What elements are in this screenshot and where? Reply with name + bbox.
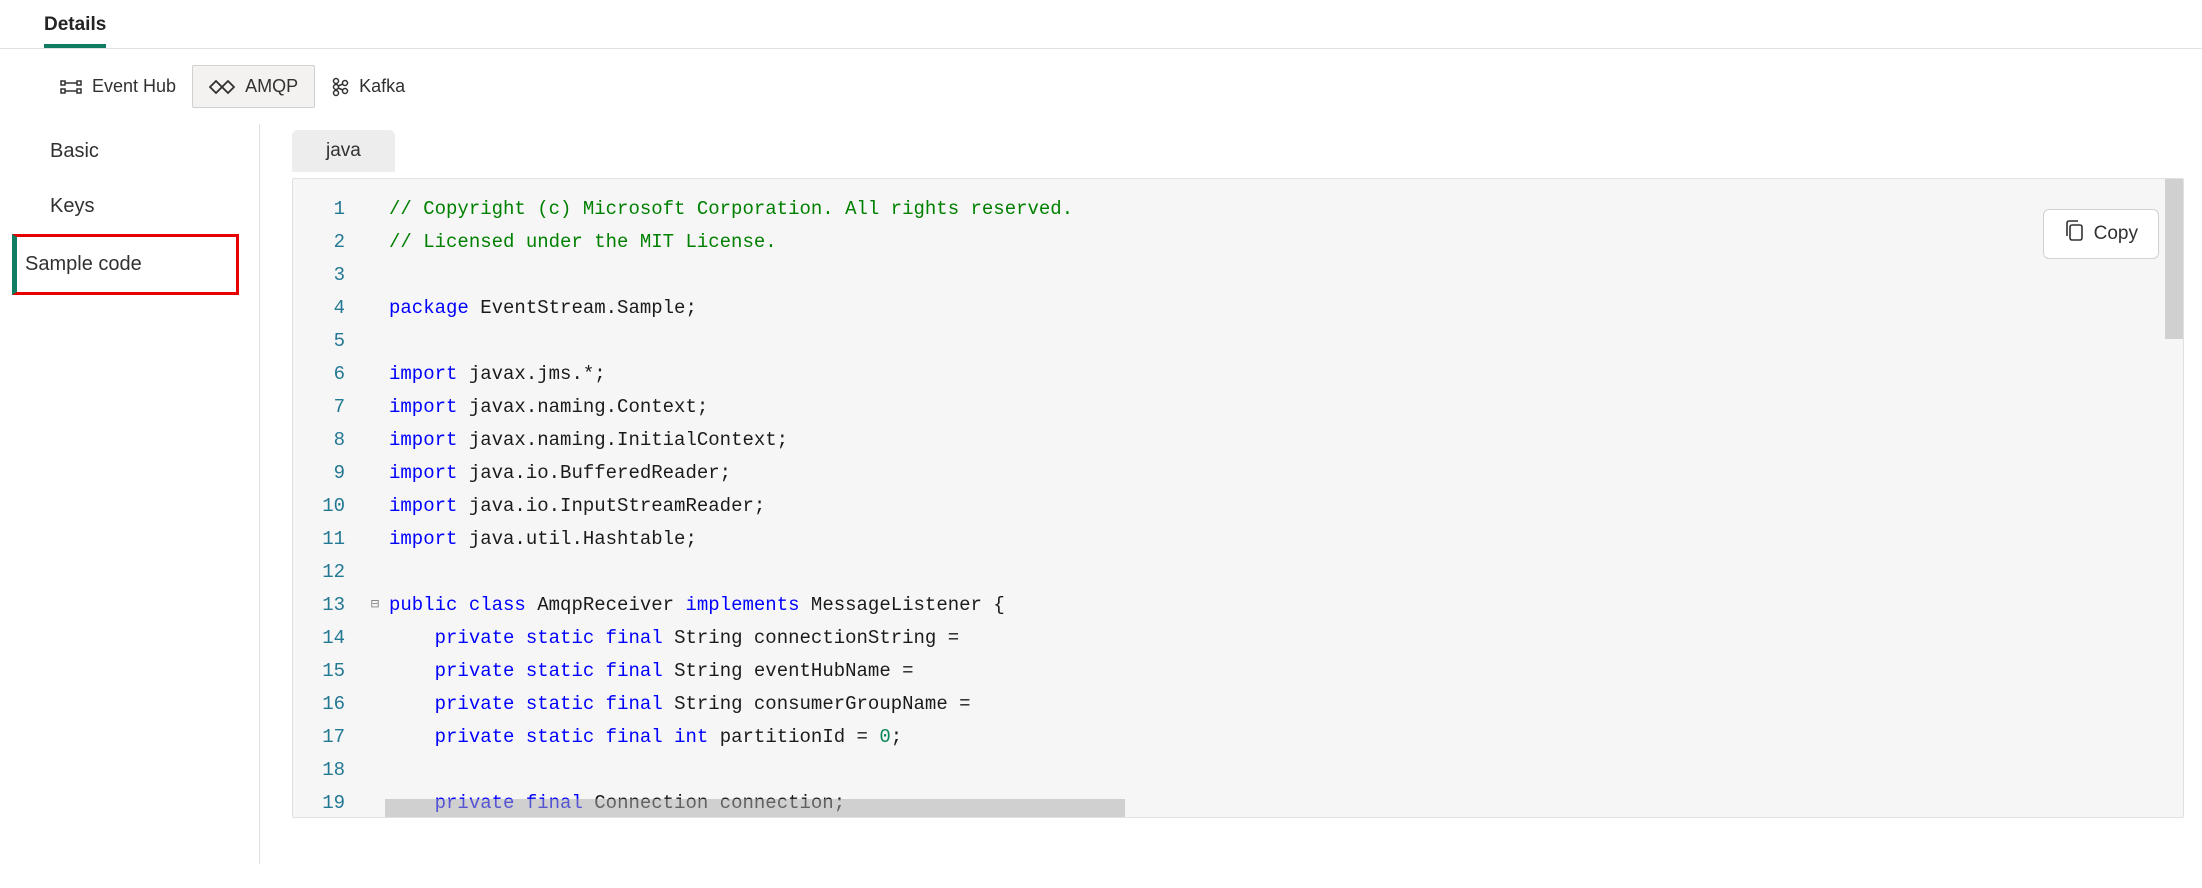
code-line: 2 // Licensed under the MIT License. bbox=[293, 226, 2183, 259]
fold-gutter bbox=[363, 391, 387, 424]
protocol-tab-amqp[interactable]: AMQP bbox=[192, 65, 315, 108]
code-line: 13⊟public class AmqpReceiver implements … bbox=[293, 589, 2183, 622]
fold-gutter bbox=[363, 622, 387, 655]
details-title[interactable]: Details bbox=[44, 14, 106, 48]
code-line: 9 import java.io.BufferedReader; bbox=[293, 457, 2183, 490]
code-text: import javax.naming.Context; bbox=[387, 391, 708, 424]
line-number: 17 bbox=[293, 721, 363, 754]
code-text bbox=[387, 754, 389, 787]
fold-gutter bbox=[363, 655, 387, 688]
sidebar: BasicKeysSample code bbox=[0, 124, 260, 864]
line-number: 2 bbox=[293, 226, 363, 259]
code-line: 6 import javax.jms.*; bbox=[293, 358, 2183, 391]
line-number: 5 bbox=[293, 325, 363, 358]
line-number: 4 bbox=[293, 292, 363, 325]
code-text bbox=[387, 556, 389, 589]
line-number: 13 bbox=[293, 589, 363, 622]
fold-gutter bbox=[363, 688, 387, 721]
fold-gutter bbox=[363, 490, 387, 523]
code-line: 7 import javax.naming.Context; bbox=[293, 391, 2183, 424]
fold-gutter bbox=[363, 292, 387, 325]
fold-gutter bbox=[363, 721, 387, 754]
protocol-tab-label: Kafka bbox=[359, 76, 405, 97]
amqp-icon bbox=[209, 79, 235, 95]
line-number: 19 bbox=[293, 787, 363, 818]
code-text bbox=[387, 325, 389, 358]
vertical-scrollbar[interactable] bbox=[2165, 179, 2183, 339]
code-text: private static final int partitionId = 0… bbox=[387, 721, 902, 754]
fold-gutter bbox=[363, 226, 387, 259]
fold-gutter bbox=[363, 424, 387, 457]
details-header: Details bbox=[0, 0, 2202, 49]
line-number: 11 bbox=[293, 523, 363, 556]
sidebar-item-sample[interactable]: Sample code bbox=[12, 234, 239, 295]
kafka-icon bbox=[331, 76, 349, 98]
code-line: 1 // Copyright (c) Microsoft Corporation.… bbox=[293, 193, 2183, 226]
protocol-tab-eventhub[interactable]: Event Hub bbox=[44, 66, 192, 107]
code-line: 18 bbox=[293, 754, 2183, 787]
code-line: 10 import java.io.InputStreamReader; bbox=[293, 490, 2183, 523]
code-line: 4 package EventStream.Sample; bbox=[293, 292, 2183, 325]
fold-gutter bbox=[363, 457, 387, 490]
code-line: 16 private static final String consumerG… bbox=[293, 688, 2183, 721]
code-text: import java.io.BufferedReader; bbox=[387, 457, 731, 490]
protocol-tab-kafka[interactable]: Kafka bbox=[315, 66, 421, 108]
line-number: 10 bbox=[293, 490, 363, 523]
code-text: import javax.jms.*; bbox=[387, 358, 606, 391]
code-text: import javax.naming.InitialContext; bbox=[387, 424, 788, 457]
code-text: private static final String eventHubName… bbox=[387, 655, 914, 688]
code-text bbox=[387, 259, 389, 292]
code-line: 15 private static final String eventHubN… bbox=[293, 655, 2183, 688]
code-text: private static final String connectionSt… bbox=[387, 622, 959, 655]
code-text: package EventStream.Sample; bbox=[387, 292, 697, 325]
line-number: 3 bbox=[293, 259, 363, 292]
language-tab[interactable]: java bbox=[292, 130, 395, 172]
fold-gutter bbox=[363, 754, 387, 787]
line-number: 9 bbox=[293, 457, 363, 490]
horizontal-scrollbar[interactable] bbox=[385, 799, 1125, 817]
code-text: private static final String consumerGrou… bbox=[387, 688, 971, 721]
fold-gutter bbox=[363, 193, 387, 226]
code-line: 5 bbox=[293, 325, 2183, 358]
line-number: 8 bbox=[293, 424, 363, 457]
line-number: 12 bbox=[293, 556, 363, 589]
fold-gutter[interactable]: ⊟ bbox=[363, 589, 387, 622]
line-number: 7 bbox=[293, 391, 363, 424]
line-number: 16 bbox=[293, 688, 363, 721]
fold-gutter bbox=[363, 556, 387, 589]
main-content: java Copy 1 // Copyright (c) Microsoft Co… bbox=[260, 124, 2202, 864]
sidebar-item-keys[interactable]: Keys bbox=[40, 179, 239, 234]
code-text: // Copyright (c) Microsoft Corporation. … bbox=[387, 193, 1073, 226]
code-line: 12 bbox=[293, 556, 2183, 589]
protocol-tab-label: Event Hub bbox=[92, 76, 176, 97]
sidebar-item-basic[interactable]: Basic bbox=[40, 124, 239, 179]
copy-button[interactable]: Copy bbox=[2043, 209, 2159, 259]
code-text: import java.io.InputStreamReader; bbox=[387, 490, 765, 523]
code-line: 17 private static final int partitionId … bbox=[293, 721, 2183, 754]
line-number: 18 bbox=[293, 754, 363, 787]
code-block: Copy 1 // Copyright (c) Microsoft Corpora… bbox=[292, 178, 2184, 818]
code-text: import java.util.Hashtable; bbox=[387, 523, 697, 556]
code-line: 11 import java.util.Hashtable; bbox=[293, 523, 2183, 556]
code-line: 14 private static final String connectio… bbox=[293, 622, 2183, 655]
copy-label: Copy bbox=[2094, 223, 2138, 245]
protocol-tabs: Event Hub AMQP Kafka bbox=[0, 49, 2202, 124]
line-number: 15 bbox=[293, 655, 363, 688]
fold-gutter bbox=[363, 259, 387, 292]
protocol-tab-label: AMQP bbox=[245, 76, 298, 97]
fold-gutter bbox=[363, 358, 387, 391]
fold-gutter bbox=[363, 523, 387, 556]
eventhub-icon bbox=[60, 78, 82, 96]
copy-icon bbox=[2064, 220, 2084, 248]
code-lines[interactable]: 1 // Copyright (c) Microsoft Corporation.… bbox=[293, 179, 2183, 818]
line-number: 1 bbox=[293, 193, 363, 226]
code-line: 3 bbox=[293, 259, 2183, 292]
fold-gutter bbox=[363, 325, 387, 358]
line-number: 14 bbox=[293, 622, 363, 655]
fold-gutter bbox=[363, 787, 387, 818]
code-line: 8 import javax.naming.InitialContext; bbox=[293, 424, 2183, 457]
code-text: // Licensed under the MIT License. bbox=[387, 226, 777, 259]
code-text: public class AmqpReceiver implements Mes… bbox=[387, 589, 1005, 622]
line-number: 6 bbox=[293, 358, 363, 391]
